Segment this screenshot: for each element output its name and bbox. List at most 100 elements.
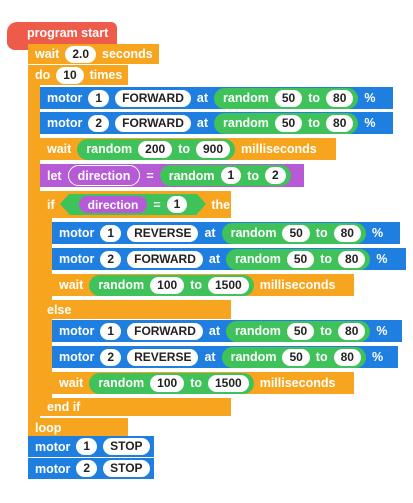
end-if-block[interactable]: end if <box>40 398 231 416</box>
motor-direction-dropdown[interactable]: STOP <box>103 438 150 455</box>
to-label: to <box>247 168 260 183</box>
motor-port-field[interactable]: 1 <box>76 438 98 455</box>
condition-shape: direction = 1 <box>59 194 206 215</box>
motor-direction-dropdown[interactable]: FORWARD <box>115 114 191 132</box>
at-label: at <box>208 252 221 266</box>
condition-variable[interactable]: direction <box>78 196 148 213</box>
to-label: to <box>178 142 190 156</box>
random-max-field[interactable]: 80 <box>333 224 361 242</box>
percent-label: % <box>371 350 384 364</box>
random-min-field[interactable]: 100 <box>150 374 185 392</box>
to-label: to <box>315 226 328 240</box>
random-min-field[interactable]: 50 <box>274 114 303 132</box>
random-max-field[interactable]: 900 <box>196 140 231 158</box>
to-label: to <box>308 116 321 130</box>
motor-port-field[interactable]: 2 <box>88 114 110 132</box>
seconds-label: seconds <box>102 47 153 61</box>
if-block[interactable]: if direction = 1 then <box>40 191 238 218</box>
motor-block[interactable]: motor 1 REVERSE at random 50 to 80 % <box>52 222 400 244</box>
percent-label: % <box>364 116 376 130</box>
to-label: to <box>190 376 202 390</box>
motor-port-field[interactable]: 2 <box>76 460 98 477</box>
wait-ms-block[interactable]: wait random 200 to 900 milliseconds <box>40 138 336 160</box>
random-operator[interactable]: random 50 to 80 <box>221 222 366 244</box>
wait-value-field[interactable]: 2.0 <box>65 45 96 63</box>
random-operator[interactable]: random 200 to 900 <box>77 138 236 160</box>
random-operator[interactable]: random 1 to 2 <box>159 165 291 186</box>
random-min-field[interactable]: 200 <box>138 140 173 158</box>
random-max-field[interactable]: 1500 <box>208 276 249 294</box>
random-min-field[interactable]: 1 <box>220 167 242 184</box>
condition-value-field[interactable]: 1 <box>166 196 188 213</box>
random-min-field[interactable]: 50 <box>286 250 315 268</box>
if-label: if <box>47 197 55 212</box>
milliseconds-label: milliseconds <box>241 142 317 156</box>
motor-block[interactable]: motor 2 FORWARD at random 50 to 80 % <box>40 112 393 134</box>
motor-port-field[interactable]: 1 <box>100 224 122 242</box>
motor-label: motor <box>35 461 71 476</box>
motor-direction-dropdown[interactable]: FORWARD <box>115 89 191 107</box>
else-label: else <box>47 302 72 317</box>
motor-label: motor <box>59 324 95 338</box>
repeat-count-field[interactable]: 10 <box>56 66 84 84</box>
loop-label: loop <box>35 421 62 435</box>
random-max-field[interactable]: 80 <box>326 89 354 107</box>
wait-label: wait <box>47 142 72 156</box>
random-max-field[interactable]: 2 <box>265 167 286 184</box>
random-operator[interactable]: random 50 to 80 <box>226 320 371 342</box>
random-min-field[interactable]: 50 <box>282 348 310 366</box>
repeat-block[interactable]: do 10 times <box>28 65 128 85</box>
variable-name-field[interactable]: direction <box>67 165 141 186</box>
wait-ms-block[interactable]: wait random 100 to 1500 milliseconds <box>52 372 354 394</box>
random-label: random <box>235 324 281 338</box>
motor-direction-dropdown[interactable]: FORWARD <box>127 322 203 340</box>
wait-seconds-block[interactable]: wait 2.0 seconds <box>28 44 159 64</box>
random-operator[interactable]: random 100 to 1500 <box>89 274 254 296</box>
motor-stop-block[interactable]: motor 2 STOP <box>28 458 154 479</box>
end-if-label: end if <box>47 400 81 414</box>
condition-operator[interactable]: direction = 1 <box>59 194 206 215</box>
random-max-field[interactable]: 80 <box>338 322 366 340</box>
loop-block[interactable]: loop <box>28 418 128 438</box>
motor-direction-dropdown[interactable]: STOP <box>103 460 150 477</box>
random-max-field[interactable]: 80 <box>338 250 366 268</box>
motor-port-field[interactable]: 1 <box>100 322 122 340</box>
random-max-field[interactable]: 80 <box>333 348 361 366</box>
random-max-field[interactable]: 80 <box>326 114 354 132</box>
motor-label: motor <box>59 226 95 240</box>
motor-block[interactable]: motor 2 FORWARD at random 50 to 80 % <box>52 248 406 270</box>
motor-block[interactable]: motor 1 FORWARD at random 50 to 80 % <box>40 87 393 109</box>
random-operator[interactable]: random 50 to 80 <box>214 112 359 134</box>
random-label: random <box>230 350 277 364</box>
at-label: at <box>196 91 209 105</box>
wait-ms-block[interactable]: wait random 100 to 1500 milliseconds <box>52 274 354 296</box>
motor-block[interactable]: motor 1 FORWARD at random 50 to 80 % <box>52 320 402 342</box>
motor-direction-dropdown[interactable]: REVERSE <box>127 348 199 366</box>
motor-port-field[interactable]: 2 <box>100 250 122 268</box>
at-label: at <box>208 324 221 338</box>
random-operator[interactable]: random 50 to 80 <box>214 87 359 109</box>
random-min-field[interactable]: 100 <box>150 276 185 294</box>
variable-name: direction <box>77 168 131 183</box>
to-label: to <box>308 91 321 105</box>
random-min-field[interactable]: 50 <box>286 322 315 340</box>
at-label: at <box>204 350 216 364</box>
motor-stop-block[interactable]: motor 1 STOP <box>28 436 154 457</box>
random-min-field[interactable]: 50 <box>274 89 303 107</box>
motor-block[interactable]: motor 2 REVERSE at random 50 to 80 % <box>52 346 398 368</box>
motor-port-field[interactable]: 2 <box>100 348 122 366</box>
motor-label: motor <box>59 350 95 364</box>
random-min-field[interactable]: 50 <box>282 224 310 242</box>
motor-direction-dropdown[interactable]: REVERSE <box>127 224 199 242</box>
random-max-field[interactable]: 1500 <box>208 374 249 392</box>
repeat-spine <box>28 84 40 420</box>
milliseconds-label: milliseconds <box>259 278 336 292</box>
let-variable-block[interactable]: let direction = random 1 to 2 <box>40 164 304 187</box>
random-operator[interactable]: random 50 to 80 <box>226 248 371 270</box>
motor-port-field[interactable]: 1 <box>88 89 110 107</box>
motor-label: motor <box>47 116 83 130</box>
motor-direction-dropdown[interactable]: FORWARD <box>127 250 203 268</box>
random-operator[interactable]: random 50 to 80 <box>221 346 366 368</box>
random-operator[interactable]: random 100 to 1500 <box>89 372 254 394</box>
else-block[interactable]: else <box>40 300 231 319</box>
